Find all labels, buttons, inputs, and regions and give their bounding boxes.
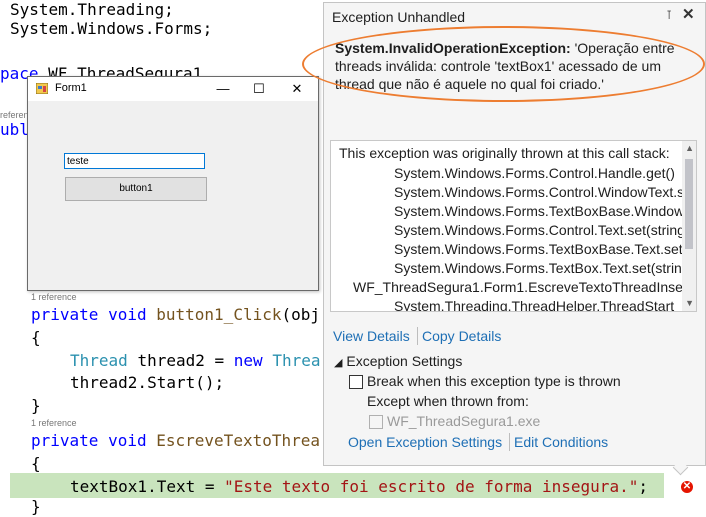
code-string-literal: "Este texto foi escrito de forma insegur… <box>224 477 639 496</box>
code-method-name-2: EscreveTextoThrea <box>156 431 321 450</box>
call-stack-frame: System.Windows.Forms.TextBoxBase.Text.se… <box>394 241 688 257</box>
call-stack-frame: System.Windows.Forms.Control.WindowText.… <box>394 184 685 200</box>
scroll-up-icon[interactable]: ▲ <box>685 143 694 153</box>
code-brace-open-2: { <box>31 454 41 473</box>
form-app-icon <box>36 83 48 94</box>
code-semicolon: ; <box>638 477 648 496</box>
code-params: (obj <box>281 305 321 324</box>
code-brace-close-2: } <box>31 497 41 516</box>
form1-title: Form1 <box>55 82 87 94</box>
code-using-forms: System.Windows.Forms; <box>10 19 213 38</box>
break-when-thrown-checkbox[interactable] <box>349 375 363 389</box>
form1-titlebar[interactable]: Form1 — ☐ ✕ <box>28 77 318 101</box>
exception-settings-header[interactable]: ◢ Exception Settings <box>334 353 462 369</box>
link-separator-2 <box>509 433 510 451</box>
code-line-public: ubl <box>0 120 29 140</box>
edit-conditions-link[interactable]: Edit Conditions <box>514 434 608 450</box>
codelens-fragment: referen <box>0 110 29 120</box>
code-using-threading: System.Threading; <box>10 0 174 19</box>
code-brace-open-1: { <box>31 328 41 347</box>
exe-checkbox[interactable] <box>369 415 383 429</box>
code-line-using-forms: System.Windows.Forms; <box>10 19 212 39</box>
call-stack-frame: System.Windows.Forms.TextBox.Text.set(st… <box>394 260 682 276</box>
code-thread-var: thread2 = <box>137 351 225 370</box>
code-thread-type: Thread <box>70 351 128 370</box>
call-stack-frame: System.Threading.ThreadHelper.ThreadStar… <box>394 298 675 312</box>
close-button[interactable]: ✕ <box>278 77 316 101</box>
exception-settings-label: Exception Settings <box>346 353 463 369</box>
code-new-keyword: new <box>233 351 263 370</box>
code-line-button1-click: private void button1_Click(obj <box>31 305 320 325</box>
except-when-label: Except when thrown from: <box>367 393 529 409</box>
view-details-link[interactable]: View Details <box>333 328 410 344</box>
open-exception-settings-link[interactable]: Open Exception Settings <box>348 434 502 450</box>
code-public-keyword: ubl <box>0 120 29 139</box>
call-stack-frame: System.Windows.Forms.Control.Handle.get(… <box>394 165 675 181</box>
exe-name-label: WF_ThreadSegura1.exe <box>387 413 541 429</box>
code-line-new-thread: Thread thread2 = new Threa <box>70 351 321 371</box>
minimize-button[interactable]: — <box>204 77 242 101</box>
code-textbox-object: textBox1 <box>70 477 148 496</box>
code-void-keyword-2: void <box>108 431 147 450</box>
call-stack-panel[interactable]: This exception was originally thrown at … <box>330 140 697 312</box>
copy-details-link[interactable]: Copy Details <box>422 328 501 344</box>
link-separator <box>417 327 418 345</box>
code-line-escreve-method: private void EscreveTextoThrea <box>31 431 320 451</box>
code-private-keyword: private <box>31 305 99 324</box>
break-when-thrown-label[interactable]: Break when this exception type is thrown <box>367 373 621 389</box>
form1-window: Form1 — ☐ ✕ teste button1 <box>27 76 319 291</box>
exception-title: Exception Unhandled <box>332 9 466 25</box>
call-stack-header: This exception was originally thrown at … <box>339 145 670 161</box>
code-private-keyword-2: private <box>31 431 99 450</box>
code-line-using-threading: System.Threading; <box>10 0 174 20</box>
code-line-textbox-assign: textBox1.Text = "Este texto foi escrito … <box>70 477 648 497</box>
code-brace-close-1: } <box>31 396 41 415</box>
code-line-start: thread2.Start(); <box>70 373 225 392</box>
pin-icon[interactable]: ⊺ <box>666 8 672 22</box>
codelens-reference-escreve[interactable]: 1 reference <box>31 418 77 428</box>
codelens-reference-button1[interactable]: 1 reference <box>31 292 77 302</box>
maximize-button[interactable]: ☐ <box>240 77 278 101</box>
close-icon[interactable]: ✕ <box>682 5 695 23</box>
call-stack-frame: System.Windows.Forms.Control.Text.set(st… <box>394 222 685 238</box>
button1[interactable]: button1 <box>65 177 207 201</box>
call-stack-scrollbar[interactable]: ▲ ▼ <box>682 141 696 311</box>
code-thread-type-2: Threa <box>272 351 321 370</box>
scroll-down-icon[interactable]: ▼ <box>685 298 694 308</box>
code-method-name: button1_Click <box>156 305 282 324</box>
call-stack-frame: System.Windows.Forms.TextBoxBase.Window <box>394 203 685 219</box>
collapse-triangle-icon: ◢ <box>334 357 343 369</box>
textbox1[interactable]: teste <box>64 153 205 169</box>
code-void-keyword: void <box>108 305 147 324</box>
annotation-oval <box>302 26 705 102</box>
error-icon[interactable]: ✕ <box>681 481 693 493</box>
scrollbar-thumb[interactable] <box>685 159 693 249</box>
call-stack-frame: WF_ThreadSegura1.Form1.EscreveTextoThrea… <box>353 279 691 295</box>
code-text-property: .Text = <box>147 477 225 496</box>
